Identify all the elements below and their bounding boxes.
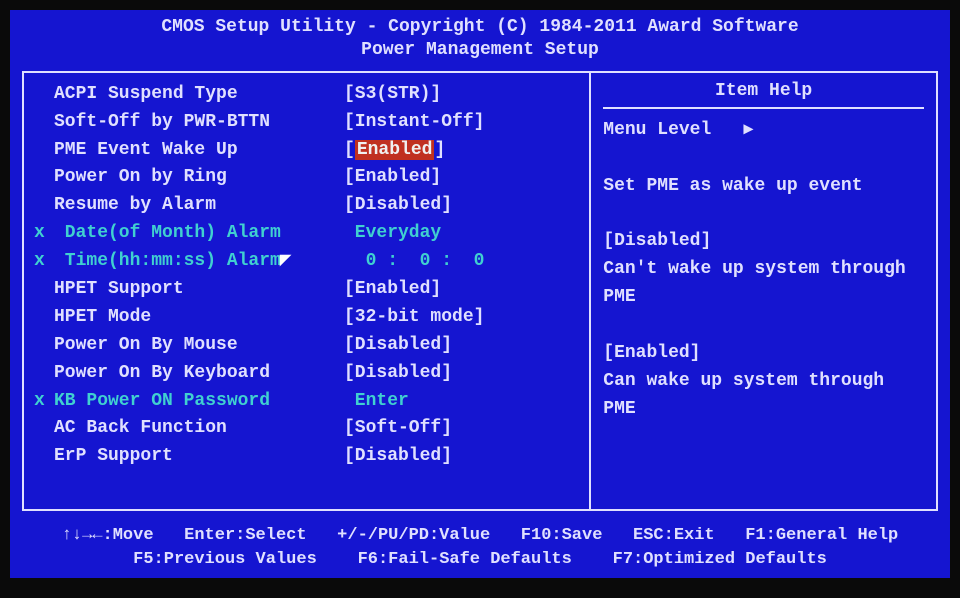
help-option-enabled-desc: Can wake up system through PME	[603, 368, 924, 424]
setting-power-on-keyboard[interactable]: Power On By Keyboard [Disabled]	[34, 360, 579, 388]
help-menu-level: Menu Level ▸	[603, 117, 924, 145]
setting-label: ErP Support	[54, 446, 173, 466]
setting-power-on-ring[interactable]: Power On by Ring [Enabled]	[34, 164, 579, 192]
help-description: Set PME as wake up event	[603, 173, 924, 201]
header: CMOS Setup Utility - Copyright (C) 1984-…	[10, 10, 950, 67]
setting-value: [Disabled]	[344, 443, 579, 471]
footer-keys-row1: ↑↓→←:Move Enter:Select +/-/PU/PD:Value F…	[10, 524, 950, 548]
help-title: Item Help	[603, 81, 924, 109]
help-option-disabled: [Disabled]	[603, 228, 924, 256]
setting-hpet-mode[interactable]: HPET Mode [32-bit mode]	[34, 304, 579, 332]
setting-value: [32-bit mode]	[344, 304, 579, 332]
setting-label: HPET Support	[54, 279, 184, 299]
footer-keys-row2: F5:Previous Values F6:Fail-Safe Defaults…	[10, 548, 950, 572]
setting-label: Time(hh:mm:ss) Alarm	[54, 251, 281, 271]
setting-label: AC Back Function	[54, 418, 227, 438]
setting-label: Resume by Alarm	[54, 195, 216, 215]
bios-screen: CMOS Setup Utility - Copyright (C) 1984-…	[10, 10, 950, 578]
setting-value: [Disabled]	[344, 332, 579, 360]
setting-resume-alarm[interactable]: Resume by Alarm [Disabled]	[34, 192, 579, 220]
setting-value: 0 : 0 : 0	[344, 248, 579, 276]
header-title: CMOS Setup Utility - Copyright (C) 1984-…	[10, 16, 950, 39]
setting-value: [Disabled]	[344, 360, 579, 388]
setting-label: Power On by Ring	[54, 167, 227, 187]
setting-value: [Soft-Off]	[344, 415, 579, 443]
setting-label: HPET Mode	[54, 307, 151, 327]
setting-value: [S3(STR)]	[344, 81, 579, 109]
content-frame: ACPI Suspend Type [S3(STR)] Soft-Off by …	[22, 71, 938, 511]
help-blank	[603, 200, 924, 228]
setting-label: KB Power ON Password	[54, 391, 270, 411]
help-blank	[603, 312, 924, 340]
setting-value: Enter	[344, 388, 579, 416]
setting-value: [Enabled]	[344, 137, 579, 165]
setting-time-alarm: x Time(hh:mm:ss) Alarm 0 : 0 : 0	[34, 248, 579, 276]
footer: ↑↓→←:Move Enter:Select +/-/PU/PD:Value F…	[10, 524, 950, 572]
settings-panel: ACPI Suspend Type [S3(STR)] Soft-Off by …	[24, 73, 589, 509]
setting-date-alarm: x Date(of Month) Alarm Everyday	[34, 220, 579, 248]
help-option-disabled-desc: Can't wake up system through PME	[603, 256, 924, 312]
setting-label: PME Event Wake Up	[54, 140, 238, 160]
header-subtitle: Power Management Setup	[10, 39, 950, 62]
setting-soft-off[interactable]: Soft-Off by PWR-BTTN [Instant-Off]	[34, 109, 579, 137]
setting-hpet-support[interactable]: HPET Support [Enabled]	[34, 276, 579, 304]
setting-label: Soft-Off by PWR-BTTN	[54, 112, 270, 132]
setting-erp-support[interactable]: ErP Support [Disabled]	[34, 443, 579, 471]
setting-kb-power-password: xKB Power ON Password Enter	[34, 388, 579, 416]
setting-value: Everyday	[344, 220, 579, 248]
setting-value: [Disabled]	[344, 192, 579, 220]
setting-label: ACPI Suspend Type	[54, 84, 238, 104]
help-blank	[603, 145, 924, 173]
setting-value: [Enabled]	[344, 164, 579, 192]
setting-pme-event[interactable]: PME Event Wake Up [Enabled]	[34, 137, 579, 165]
setting-ac-back[interactable]: AC Back Function [Soft-Off]	[34, 415, 579, 443]
setting-value: [Instant-Off]	[344, 109, 579, 137]
help-option-enabled: [Enabled]	[603, 340, 924, 368]
help-panel: Item Help Menu Level ▸ Set PME as wake u…	[589, 73, 936, 509]
setting-label: Power On By Mouse	[54, 335, 238, 355]
setting-acpi-suspend[interactable]: ACPI Suspend Type [S3(STR)]	[34, 81, 579, 109]
setting-power-on-mouse[interactable]: Power On By Mouse [Disabled]	[34, 332, 579, 360]
setting-value: [Enabled]	[344, 276, 579, 304]
selected-value: Enabled	[355, 140, 435, 160]
setting-label: Date(of Month) Alarm	[54, 223, 281, 243]
setting-label: Power On By Keyboard	[54, 363, 270, 383]
